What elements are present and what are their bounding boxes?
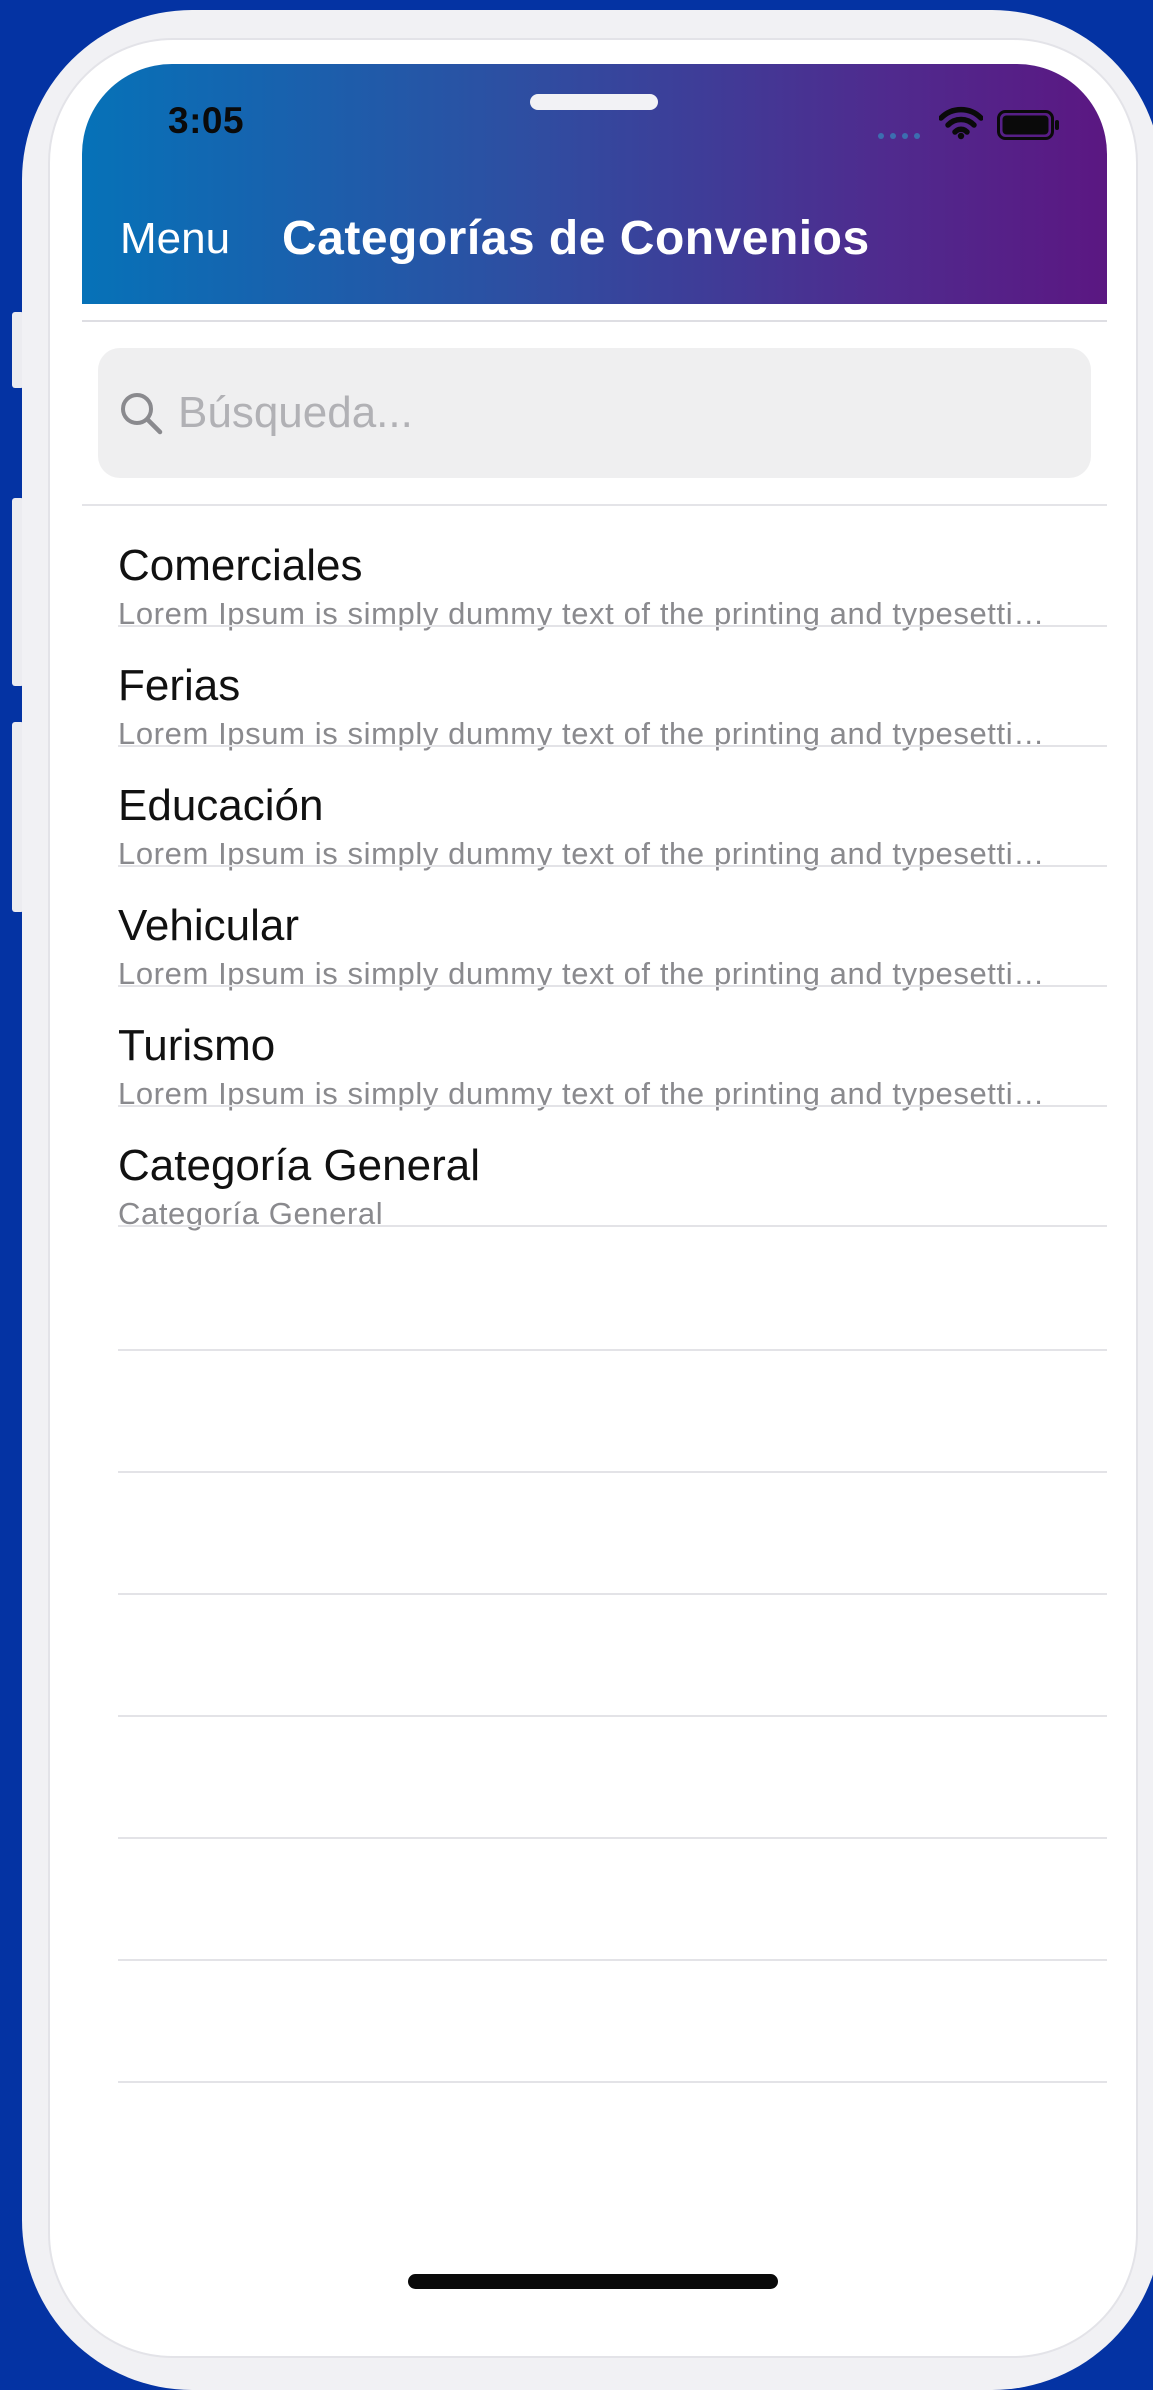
app-screen: 3:05 Menu Categorías de Convenios Búsque… — [82, 64, 1107, 2334]
empty-row — [82, 1228, 1107, 1351]
empty-row — [82, 1838, 1107, 1961]
list-item-title: Comerciales — [118, 541, 363, 590]
row-separator — [118, 1225, 1107, 1227]
list-item-title: Educación — [118, 781, 324, 830]
page-title: Categorías de Convenios — [282, 212, 870, 265]
list-item-title: Ferias — [118, 661, 241, 710]
category-list: Comerciales Lorem Ipsum is simply dummy … — [82, 506, 1107, 1231]
empty-row — [82, 1472, 1107, 1595]
list-item-categoria-general[interactable]: Categoría General Categoría General — [82, 1106, 1107, 1231]
list-item-educacion[interactable]: Educación Lorem Ipsum is simply dummy te… — [82, 746, 1107, 871]
speaker-grille — [530, 94, 658, 110]
empty-row — [82, 1350, 1107, 1473]
empty-list-rows — [82, 1228, 1107, 2083]
list-item-comerciales[interactable]: Comerciales Lorem Ipsum is simply dummy … — [82, 506, 1107, 631]
status-time: 3:05 — [168, 100, 245, 141]
list-item-vehicular[interactable]: Vehicular Lorem Ipsum is simply dummy te… — [82, 866, 1107, 991]
empty-row — [82, 1716, 1107, 1839]
row-separator — [118, 2081, 1107, 2083]
list-item-title: Vehicular — [118, 901, 300, 950]
list-item-ferias[interactable]: Ferias Lorem Ipsum is simply dummy text … — [82, 626, 1107, 751]
list-item-title: Turismo — [118, 1021, 276, 1070]
list-item-title: Categoría General — [118, 1141, 480, 1190]
empty-row — [82, 1594, 1107, 1717]
wifi-icon — [939, 106, 983, 140]
menu-button[interactable]: Menu — [120, 214, 230, 264]
header-divider — [82, 320, 1107, 322]
cellular-signal-icon — [878, 133, 920, 139]
search-input[interactable] — [178, 378, 1058, 448]
search-icon — [121, 393, 163, 435]
list-item-turismo[interactable]: Turismo Lorem Ipsum is simply dummy text… — [82, 986, 1107, 1111]
search-bar[interactable] — [98, 348, 1091, 478]
battery-icon — [997, 110, 1059, 140]
navigation-header: 3:05 Menu Categorías de Convenios — [82, 64, 1107, 304]
empty-row — [82, 1960, 1107, 2083]
home-indicator[interactable] — [408, 2274, 778, 2289]
